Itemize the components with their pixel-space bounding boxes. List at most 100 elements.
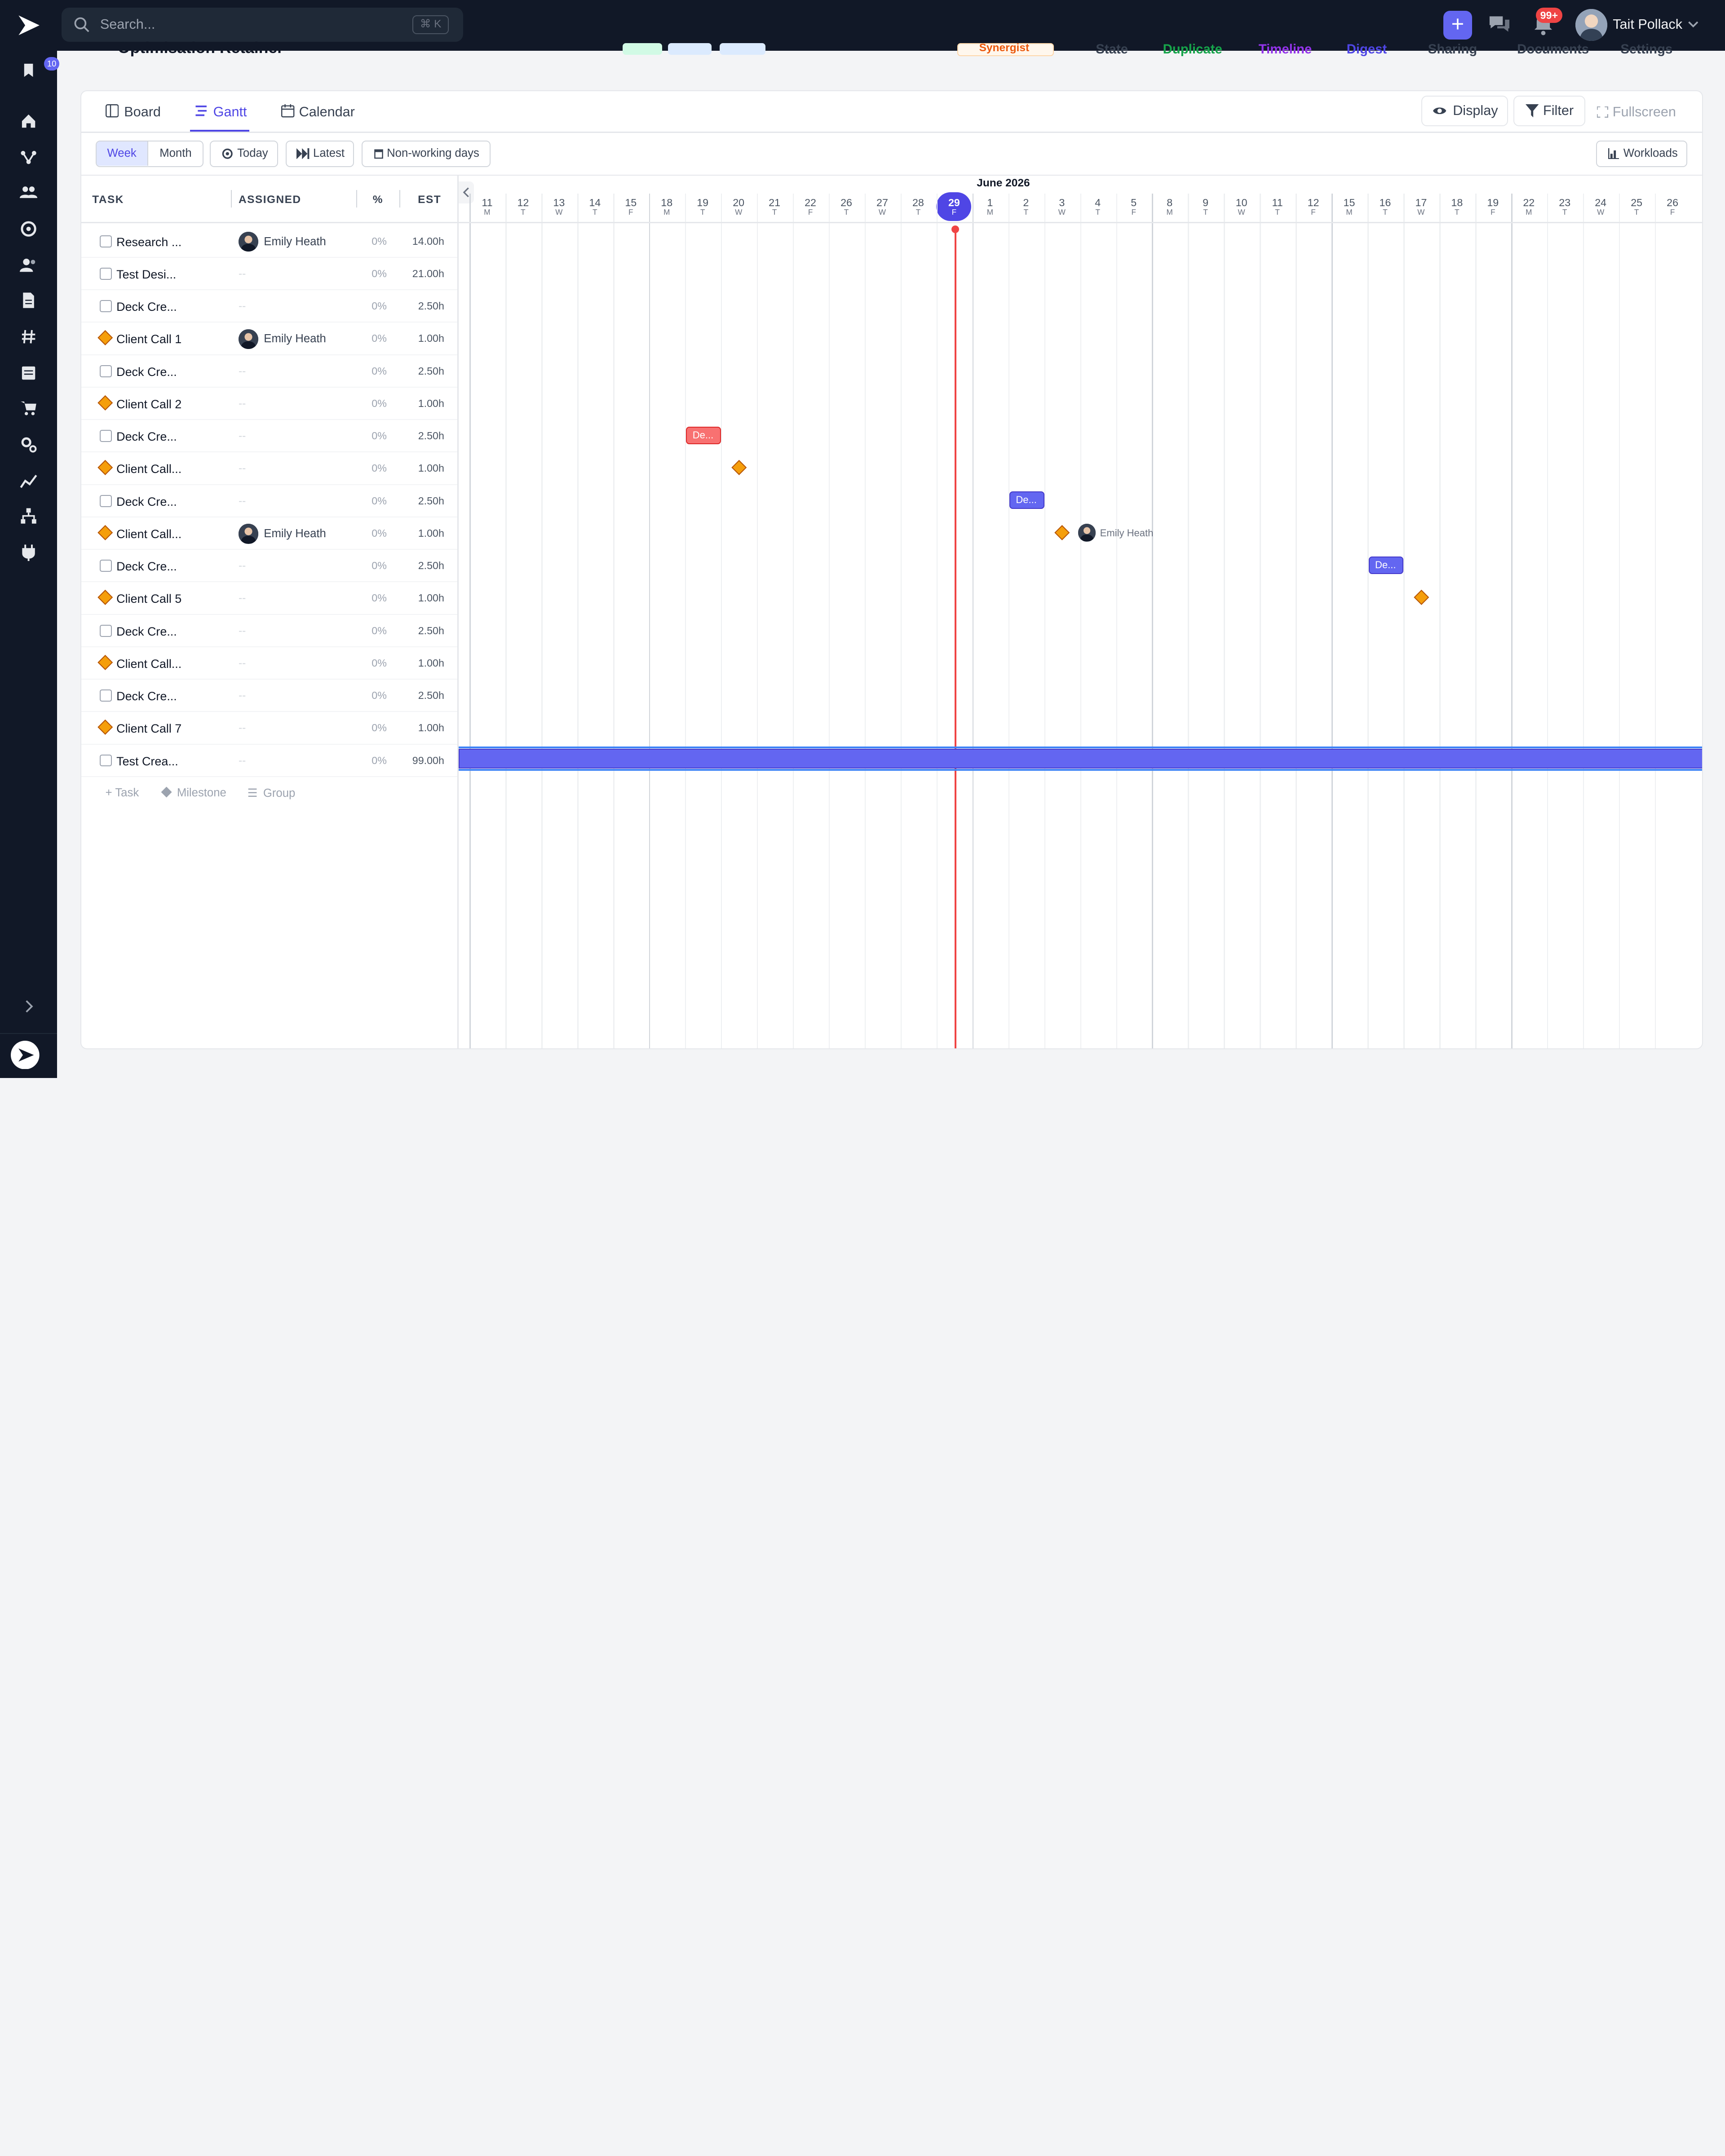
task-name[interactable]: Deck Cre... xyxy=(116,430,177,444)
fullscreen-button[interactable]: Fullscreen xyxy=(1597,104,1676,120)
task-checkbox[interactable] xyxy=(100,267,112,280)
add-group-button[interactable]: ☰ Group xyxy=(248,786,296,800)
assignee-name[interactable]: Emily Heath xyxy=(264,332,326,345)
milestone-icon[interactable] xyxy=(97,654,113,671)
task-estimate[interactable]: 1.00h xyxy=(411,592,444,604)
task-row[interactable]: Deck Cre... -- 0% 2.50h xyxy=(81,680,458,712)
assignee-empty[interactable]: -- xyxy=(239,430,246,442)
add-task-button[interactable]: + Task xyxy=(106,786,139,800)
task-name[interactable]: Client Call 7 xyxy=(116,722,181,736)
tab-gantt[interactable]: Gantt xyxy=(213,104,247,120)
milestone-icon[interactable] xyxy=(97,395,113,411)
task-checkbox[interactable] xyxy=(100,300,112,313)
documents-action[interactable]: Documents xyxy=(1517,42,1589,57)
task-bar[interactable]: De... xyxy=(686,426,721,444)
assignee-name[interactable]: Emily Heath xyxy=(264,235,326,248)
tab-calendar[interactable]: Calendar xyxy=(299,104,355,120)
task-name[interactable]: Client Call... xyxy=(116,462,181,476)
app-logo-bottom-icon[interactable] xyxy=(11,1040,40,1069)
timeline-action[interactable]: Timeline xyxy=(1259,42,1312,57)
task-estimate[interactable]: 1.00h xyxy=(411,398,444,410)
document-icon[interactable] xyxy=(20,292,37,309)
assignee-name[interactable]: Emily Heath xyxy=(264,527,326,540)
task-checkbox[interactable] xyxy=(100,624,112,637)
users-icon[interactable] xyxy=(20,256,37,274)
task-estimate[interactable]: 2.50h xyxy=(411,365,444,377)
milestone-row[interactable]: Client Call 1 Emily Heath 0% 1.00h xyxy=(81,323,458,355)
task-estimate[interactable]: 99.00h xyxy=(411,755,444,767)
task-estimate[interactable]: 2.50h xyxy=(411,495,444,507)
assignee-empty[interactable]: -- xyxy=(239,722,246,734)
milestone-marker[interactable] xyxy=(1413,590,1429,605)
assignee-empty[interactable]: -- xyxy=(239,365,246,378)
task-checkbox[interactable] xyxy=(100,235,112,247)
latest-button[interactable]: Latest xyxy=(286,141,354,167)
filter-button[interactable]: Filter xyxy=(1513,95,1585,127)
chevron-down-icon[interactable] xyxy=(1688,20,1698,29)
task-estimate[interactable]: 1.00h xyxy=(411,332,444,345)
task-row[interactable]: Deck Cre... -- 0% 2.50h xyxy=(81,485,458,517)
assignee-avatar[interactable] xyxy=(238,329,259,349)
search-input[interactable]: Search... xyxy=(100,17,155,32)
workloads-button[interactable]: Workloads xyxy=(1596,141,1688,167)
long-task-bar[interactable] xyxy=(458,749,1703,769)
assignee-empty[interactable]: -- xyxy=(239,625,246,637)
milestone-icon[interactable] xyxy=(97,720,113,735)
user-name[interactable]: Tait Pollack xyxy=(1613,17,1682,32)
task-estimate[interactable]: 1.00h xyxy=(411,722,444,734)
task-row[interactable]: Deck Cre... -- 0% 2.50h xyxy=(81,615,458,647)
task-checkbox[interactable] xyxy=(100,495,112,507)
assignee-empty[interactable]: -- xyxy=(239,657,246,670)
task-name[interactable]: Deck Cre... xyxy=(116,689,177,703)
chart-icon[interactable] xyxy=(20,472,37,490)
task-checkbox[interactable] xyxy=(100,365,112,377)
task-row[interactable]: Deck Cre... -- 0% 2.50h xyxy=(81,420,458,453)
task-row[interactable]: Test Desi... -- 0% 21.00h xyxy=(81,258,458,291)
task-name[interactable]: Client Call... xyxy=(116,657,181,671)
task-name[interactable]: Test Crea... xyxy=(116,755,178,769)
hashtag-icon[interactable] xyxy=(20,328,37,345)
col-separator[interactable] xyxy=(356,190,358,208)
team-icon[interactable] xyxy=(20,184,38,201)
task-name[interactable]: Client Call... xyxy=(116,527,181,541)
milestone-icon[interactable] xyxy=(97,590,113,605)
task-checkbox[interactable] xyxy=(100,689,112,702)
task-name[interactable]: Deck Cre... xyxy=(116,560,177,574)
milestone-icon[interactable] xyxy=(97,330,113,346)
milestone-row[interactable]: Client Call... -- 0% 1.00h xyxy=(81,452,458,485)
task-row[interactable]: Deck Cre... -- 0% 2.50h xyxy=(81,355,458,388)
week-button[interactable]: Week xyxy=(96,141,148,166)
support-icon[interactable] xyxy=(20,220,37,238)
list-panel-divider[interactable] xyxy=(457,176,459,1049)
assignee-empty[interactable]: -- xyxy=(239,689,246,702)
task-row[interactable]: Deck Cre... -- 0% 2.50h xyxy=(81,550,458,583)
milestone-row[interactable]: Client Call 5 -- 0% 1.00h xyxy=(81,582,458,615)
task-checkbox[interactable] xyxy=(100,430,112,442)
col-separator[interactable] xyxy=(399,190,400,208)
task-estimate[interactable]: 2.50h xyxy=(411,560,444,572)
task-estimate[interactable]: 2.50h xyxy=(411,430,444,442)
task-estimate[interactable]: 2.50h xyxy=(411,625,444,637)
milestone-marker[interactable] xyxy=(731,460,747,476)
state-action[interactable]: State xyxy=(1096,42,1128,57)
task-name[interactable]: Client Call 1 xyxy=(116,332,181,346)
task-name[interactable]: Deck Cre... xyxy=(116,300,177,314)
task-checkbox[interactable] xyxy=(100,560,112,572)
plugin-icon[interactable] xyxy=(20,543,37,561)
flow-icon[interactable] xyxy=(20,149,37,166)
assignee-empty[interactable]: -- xyxy=(239,268,246,280)
milestone-icon[interactable] xyxy=(97,525,113,541)
assignee-empty[interactable]: -- xyxy=(239,495,246,508)
today-button[interactable]: Today xyxy=(210,141,279,167)
add-milestone-button[interactable]: Milestone xyxy=(161,786,226,800)
task-name[interactable]: Test Desi... xyxy=(116,268,176,282)
assignee-empty[interactable]: -- xyxy=(239,300,246,313)
bookmark-icon[interactable] xyxy=(20,62,37,79)
assignee-empty[interactable]: -- xyxy=(239,398,246,410)
milestone-row[interactable]: Client Call... Emily Heath 0% 1.00h xyxy=(81,517,458,550)
task-name[interactable]: Client Call 5 xyxy=(116,592,181,606)
expand-sidebar-icon[interactable] xyxy=(20,998,37,1015)
task-estimate[interactable]: 21.00h xyxy=(411,268,444,280)
milestone-row[interactable]: Client Call 7 -- 0% 1.00h xyxy=(81,712,458,745)
milestone-row[interactable]: Client Call... -- 0% 1.00h xyxy=(81,647,458,680)
